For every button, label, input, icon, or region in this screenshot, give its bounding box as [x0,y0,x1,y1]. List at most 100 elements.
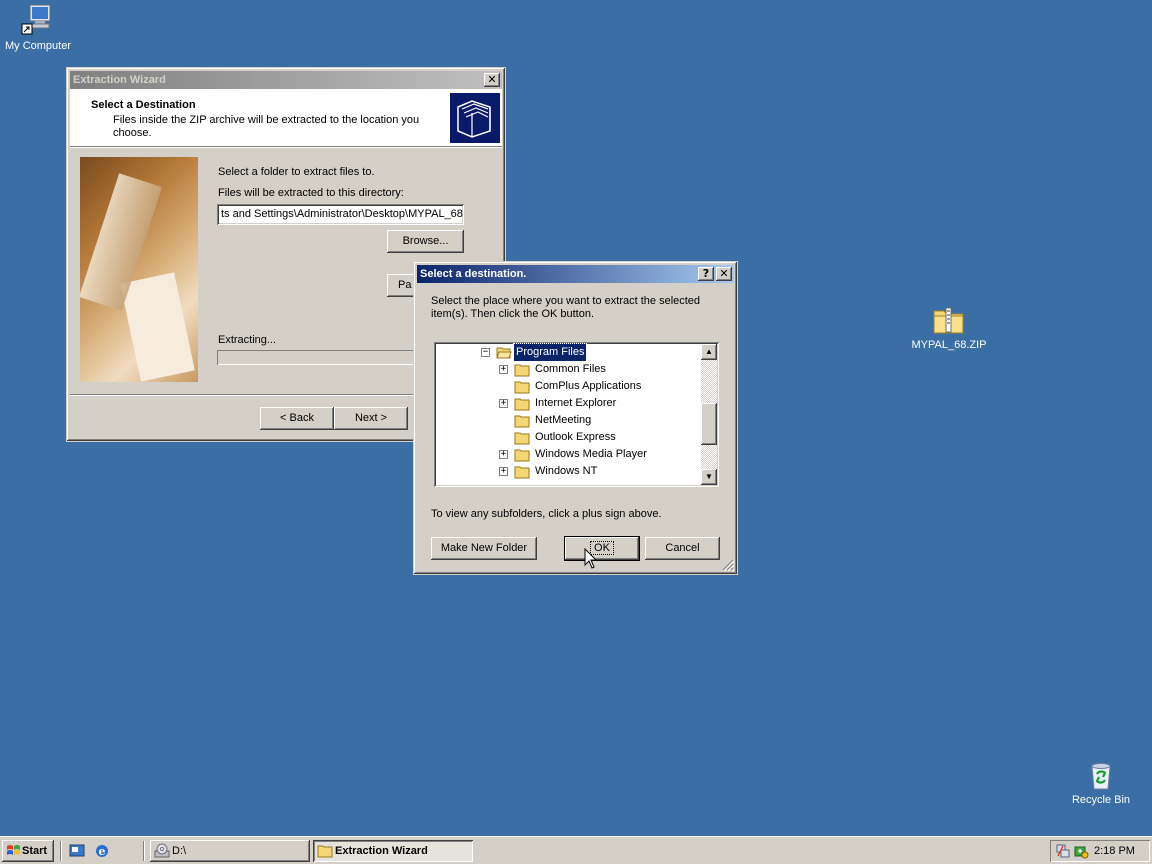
scroll-thumb[interactable] [701,403,717,445]
wizard-prompt: Select a folder to extract files to. [218,166,375,178]
folder-icon [514,432,530,445]
mouse-cursor-icon [584,548,598,569]
wizard-header-graphic [450,93,500,143]
close-icon: ✕ [719,267,729,280]
arrow-down-icon: ▼ [705,472,713,481]
my-computer-desktop-icon[interactable]: My Computer [0,2,78,52]
tree-item-common-files[interactable]: + Common Files [434,361,699,378]
browse-button-label: Browse... [402,235,449,247]
expand-icon[interactable]: + [499,467,508,476]
folder-icon [514,415,530,428]
arrow-up-icon: ▲ [705,347,713,356]
task-button-label: Extraction Wizard [335,845,428,857]
task-button-extraction-wizard[interactable]: Extraction Wizard [313,840,473,862]
folders-icon [457,100,491,138]
tree-item-windows-nt[interactable]: + Windows NT [434,463,699,480]
folder-icon [514,398,530,411]
scroll-down-button[interactable]: ▼ [701,469,717,485]
next-button[interactable]: Next > [334,407,408,430]
ok-button[interactable]: OK [564,536,640,561]
start-label: Start [22,845,48,857]
folder-icon [514,364,530,377]
tree-scrollbar[interactable]: ▲ ▼ [701,344,717,485]
directory-label-text: Files will be extracted to this director… [218,187,404,199]
tree-item-complus-applications[interactable]: ComPlus Applications [434,378,699,395]
tray-network-icon[interactable] [1055,843,1071,859]
tree-item-windows-media-player[interactable]: + Windows Media Player [434,446,699,463]
recycle-bin-icon [1091,763,1111,790]
back-button[interactable]: < Back [260,407,334,430]
tray-security-icon[interactable] [1073,843,1089,859]
folder-icon [514,449,530,462]
zip-folder-icon [933,307,964,334]
wizard-header-description: Files inside the ZIP archive will be ext… [113,114,420,139]
browse-button[interactable]: Browse... [387,230,464,253]
wizard-header: Select a Destination Files inside the ZI… [70,89,502,146]
resize-grip-icon[interactable] [722,559,734,571]
collapse-icon[interactable]: − [481,348,490,357]
back-button-label: < Back [280,412,314,424]
recycle-bin-desktop-icon[interactable]: Recycle Bin [1061,760,1141,806]
expand-icon[interactable]: + [499,365,508,374]
scroll-up-button[interactable]: ▲ [701,344,717,360]
dialog-instructions: Select the place where you want to extra… [431,295,701,320]
password-button-label: Pa [398,279,412,291]
tree-item-program-files[interactable]: − Program Files [434,343,699,362]
svg-text:e: e [99,845,106,858]
cd-drive-icon [154,843,170,858]
make-new-folder-button[interactable]: Make New Folder [431,537,537,560]
tree-item-label: Internet Explorer [535,397,617,409]
tree-item-netmeeting[interactable]: NetMeeting [434,412,699,429]
wizard-side-image [79,157,198,382]
make-new-folder-label: Make New Folder [440,542,528,554]
tree-item-internet-explorer[interactable]: + Internet Explorer [434,395,699,412]
expand-icon[interactable]: + [499,399,508,408]
dialog-close-button[interactable]: ✕ [716,267,732,281]
open-folder-icon [496,347,512,359]
tree-item-label: Program Files [512,343,588,362]
computer-icon [21,4,51,35]
desktop-icon-label: My Computer [4,40,72,52]
tree-item-label: Outlook Express [535,431,616,443]
header-divider [70,146,502,148]
help-button[interactable]: ? [698,267,714,281]
tree-item-label: Windows Media Player [535,448,647,460]
internet-explorer-icon[interactable]: e [94,843,110,859]
tree-item-label: Common Files [535,363,606,375]
next-button-label: Next > [354,412,388,424]
select-destination-dialog: Select a destination. ? ✕ Select the pla… [413,261,738,575]
dialog-titlebar[interactable]: Select a destination. ? ✕ [417,265,734,283]
task-button-drive-d[interactable]: D:\ [150,840,310,862]
directory-input-value: ts and Settings\Administrator\Desktop\MY… [221,208,463,220]
folder-tree-view[interactable]: − Program Files + Common Files ComPlus A… [434,342,719,487]
desktop-icon-label: MYPAL_68.ZIP [911,339,987,351]
dialog-hint: To view any subfolders, click a plus sig… [431,508,662,520]
taskbar: Start e D:\ Extraction Wizard 2:18 PM [0,836,1152,864]
wizard-title: Extraction Wizard [73,74,166,86]
tree-item-outlook-express[interactable]: Outlook Express [434,429,699,446]
wizard-close-button[interactable]: ✕ [484,73,500,87]
wizard-header-title: Select a Destination [91,99,196,111]
expander-glyph: + [500,466,507,476]
expander-glyph: + [500,398,507,408]
directory-input[interactable]: ts and Settings\Administrator\Desktop\MY… [217,204,464,225]
folder-icon [317,845,333,858]
extracting-label: Extracting... [218,334,277,346]
show-desktop-icon[interactable] [69,843,85,859]
expander-glyph: − [482,347,489,357]
paper-shape [120,272,195,382]
directory-label: Files will be extracted to this director… [218,187,404,199]
taskbar-separator [60,841,62,861]
cancel-button[interactable]: Cancel [645,537,720,560]
expander-glyph: + [500,449,507,459]
expand-icon[interactable]: + [499,450,508,459]
close-icon: ✕ [487,73,497,86]
start-button[interactable]: Start [2,840,54,862]
system-tray: 2:18 PM [1050,840,1150,862]
expander-glyph: + [500,364,507,374]
mypal-zip-desktop-icon[interactable]: MYPAL_68.ZIP [909,305,989,351]
wizard-titlebar[interactable]: Extraction Wizard ✕ [70,71,502,89]
folder-icon [514,466,530,479]
windows-logo-icon [7,845,20,855]
tray-clock[interactable]: 2:18 PM [1094,840,1135,862]
